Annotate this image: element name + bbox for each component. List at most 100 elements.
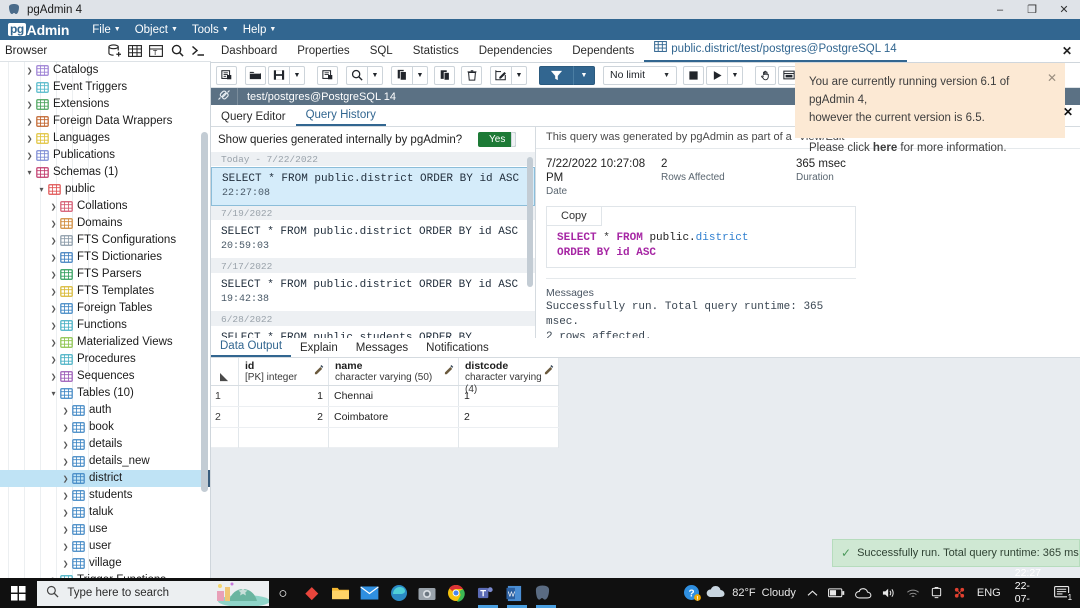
taskbar-app-camera[interactable] [413, 578, 442, 608]
tree-item-fts-configurations[interactable]: ❯ FTS Configurations [0, 232, 210, 249]
internal-queries-toggle[interactable]: Yes [478, 132, 517, 147]
filter-options-chevron-down-icon[interactable]: ▼ [573, 65, 595, 85]
chevron-right-icon[interactable]: ❯ [60, 458, 71, 466]
tree-item-publications[interactable]: ❯ Publications [0, 147, 210, 164]
tree-item-event-triggers[interactable]: ❯ Event Triggers [0, 79, 210, 96]
taskbar-app-teams[interactable] [471, 578, 500, 608]
volume-icon[interactable] [882, 587, 896, 599]
table-cell[interactable]: Coimbatore [329, 407, 459, 427]
menu-tools[interactable]: Tools ▼ [185, 22, 236, 38]
filter-table-icon[interactable]: T [146, 42, 166, 60]
history-entry[interactable]: SELECT * FROM public.district ORDER BY i… [211, 167, 535, 206]
open-query-tool-icon[interactable] [216, 65, 237, 85]
tree-item-languages[interactable]: ❯ Languages [0, 130, 210, 147]
tab-notifications[interactable]: Notifications [417, 341, 498, 357]
chevron-right-icon[interactable]: ❯ [48, 254, 59, 262]
find-icon[interactable] [346, 65, 367, 85]
wifi-icon[interactable] [906, 588, 920, 599]
table-row[interactable]: 2 2 Coimbatore 2 [211, 407, 559, 428]
delete-icon[interactable] [461, 65, 482, 85]
history-entry[interactable]: SELECT * FROM public.district ORDER BY i… [211, 274, 535, 312]
edit-icon[interactable] [490, 65, 511, 85]
tree-item-domains[interactable]: ❯ Domains [0, 215, 210, 232]
tree-item-procedures[interactable]: ❯ Procedures [0, 351, 210, 368]
tree-item-book[interactable]: ❯ book [0, 419, 210, 436]
edit-options-chevron-down-icon[interactable]: ▼ [511, 65, 527, 85]
chevron-right-icon[interactable]: ❯ [60, 475, 71, 483]
chevron-right-icon[interactable]: ❯ [60, 509, 71, 517]
chevron-right-icon[interactable]: ❯ [60, 407, 71, 415]
paste-icon[interactable] [434, 65, 455, 85]
taskbar-app-mail[interactable] [355, 578, 384, 608]
tree-item-extensions[interactable]: ❯ Extensions [0, 96, 210, 113]
chevron-right-icon[interactable]: ❯ [60, 441, 71, 449]
chevron-right-icon[interactable]: ❯ [48, 203, 59, 211]
taskbar-app-pgadmin[interactable] [529, 578, 558, 608]
chevron-right-icon[interactable]: ❯ [24, 152, 35, 160]
chevron-right-icon[interactable]: ❯ [60, 424, 71, 432]
tree-item-taluk[interactable]: ❯ taluk [0, 504, 210, 521]
tree-item-use[interactable]: ❯ use [0, 521, 210, 538]
chevron-down-icon[interactable]: ▾ [36, 185, 47, 194]
taskbar-clock[interactable]: 22:27 22-07-2022 [1015, 567, 1041, 608]
tree-item-schemas-1[interactable]: ▾ Schemas (1) [0, 164, 210, 181]
tree-item-materialized-views[interactable]: ❯ Materialized Views [0, 334, 210, 351]
open-file-icon[interactable] [245, 65, 266, 85]
menu-object[interactable]: Object ▼ [128, 22, 185, 38]
notification-center-icon[interactable]: 1 [1054, 586, 1074, 602]
tree-item-functions[interactable]: ❯ Functions [0, 317, 210, 334]
edit-pencil-icon[interactable] [444, 365, 454, 378]
tree-item-fts-parsers[interactable]: ❯ FTS Parsers [0, 266, 210, 283]
save-file-icon[interactable] [268, 65, 289, 85]
tree-item-collations[interactable]: ❯ Collations [0, 198, 210, 215]
tab-messages[interactable]: Messages [347, 341, 417, 357]
tree-item-public[interactable]: ▾ public [0, 181, 210, 198]
chevron-right-icon[interactable]: ❯ [48, 373, 59, 381]
tree-item-catalogs[interactable]: ❯ Catalogs [0, 62, 210, 79]
menu-file[interactable]: File ▼ [85, 22, 127, 38]
query-history-list[interactable]: Today - 7/22/2022 SELECT * FROM public.di… [211, 152, 535, 338]
find-options-chevron-down-icon[interactable]: ▼ [367, 65, 383, 85]
copy-button[interactable]: Copy [546, 206, 602, 226]
tree-item-foreign-data-wrappers[interactable]: ❯ Foreign Data Wrappers [0, 113, 210, 130]
add-server-icon[interactable] [104, 42, 124, 60]
edit-pencil-icon[interactable] [314, 365, 324, 378]
save-options-chevron-down-icon[interactable]: ▼ [289, 65, 305, 85]
chevron-right-icon[interactable]: ❯ [60, 526, 71, 534]
notification-close-icon[interactable]: ✕ [1047, 69, 1057, 87]
chevron-right-icon[interactable]: ❯ [24, 67, 35, 75]
taskbar-app-edge[interactable] [384, 578, 413, 608]
tree-item-tables-10[interactable]: ▾ Tables (10) [0, 385, 210, 402]
history-scrollbar[interactable] [527, 157, 533, 287]
taskbar-app-cortana[interactable]: ○ [269, 578, 298, 608]
grid-icon[interactable] [125, 42, 145, 60]
grid-corner-cell[interactable] [211, 358, 239, 385]
chevron-right-icon[interactable]: ❯ [48, 237, 59, 245]
tree-item-district[interactable]: ❯ district [0, 470, 210, 487]
onedrive-icon[interactable] [854, 587, 872, 599]
chevron-up-icon[interactable] [807, 589, 818, 598]
tab-explain[interactable]: Explain [291, 341, 347, 357]
chevron-right-icon[interactable]: ❯ [48, 322, 59, 330]
chevron-right-icon[interactable]: ❯ [24, 84, 35, 92]
close-tab-button[interactable]: ✕ [1062, 44, 1072, 58]
language-indicator[interactable]: ENG [977, 587, 1001, 599]
chevron-down-icon[interactable]: ▾ [24, 168, 35, 177]
copy-options-chevron-down-icon[interactable]: ▼ [412, 65, 428, 85]
close-button[interactable]: ✕ [1048, 0, 1080, 19]
minimize-button[interactable]: – [984, 0, 1016, 19]
grid-column-header[interactable]: distcode character varying (4) [459, 358, 559, 395]
chevron-right-icon[interactable]: ❯ [48, 356, 59, 364]
tab-query-editor[interactable]: Query Editor [211, 109, 296, 126]
tree-item-fts-dictionaries[interactable]: ❯ FTS Dictionaries [0, 249, 210, 266]
tree-item-fts-templates[interactable]: ❯ FTS Templates [0, 283, 210, 300]
tree-item-details[interactable]: ❯ details [0, 436, 210, 453]
tree-item-auth[interactable]: ❯ auth [0, 402, 210, 419]
explain-icon[interactable] [755, 65, 776, 85]
menu-help[interactable]: Help ▼ [236, 22, 284, 38]
taskbar-help-icon[interactable]: ?! [677, 578, 706, 608]
taskbar-app-word[interactable]: W [500, 578, 529, 608]
maximize-button[interactable]: ❐ [1016, 0, 1048, 19]
tab-dashboard[interactable]: Dashboard [211, 41, 287, 62]
tab-sql[interactable]: SQL [360, 41, 403, 62]
